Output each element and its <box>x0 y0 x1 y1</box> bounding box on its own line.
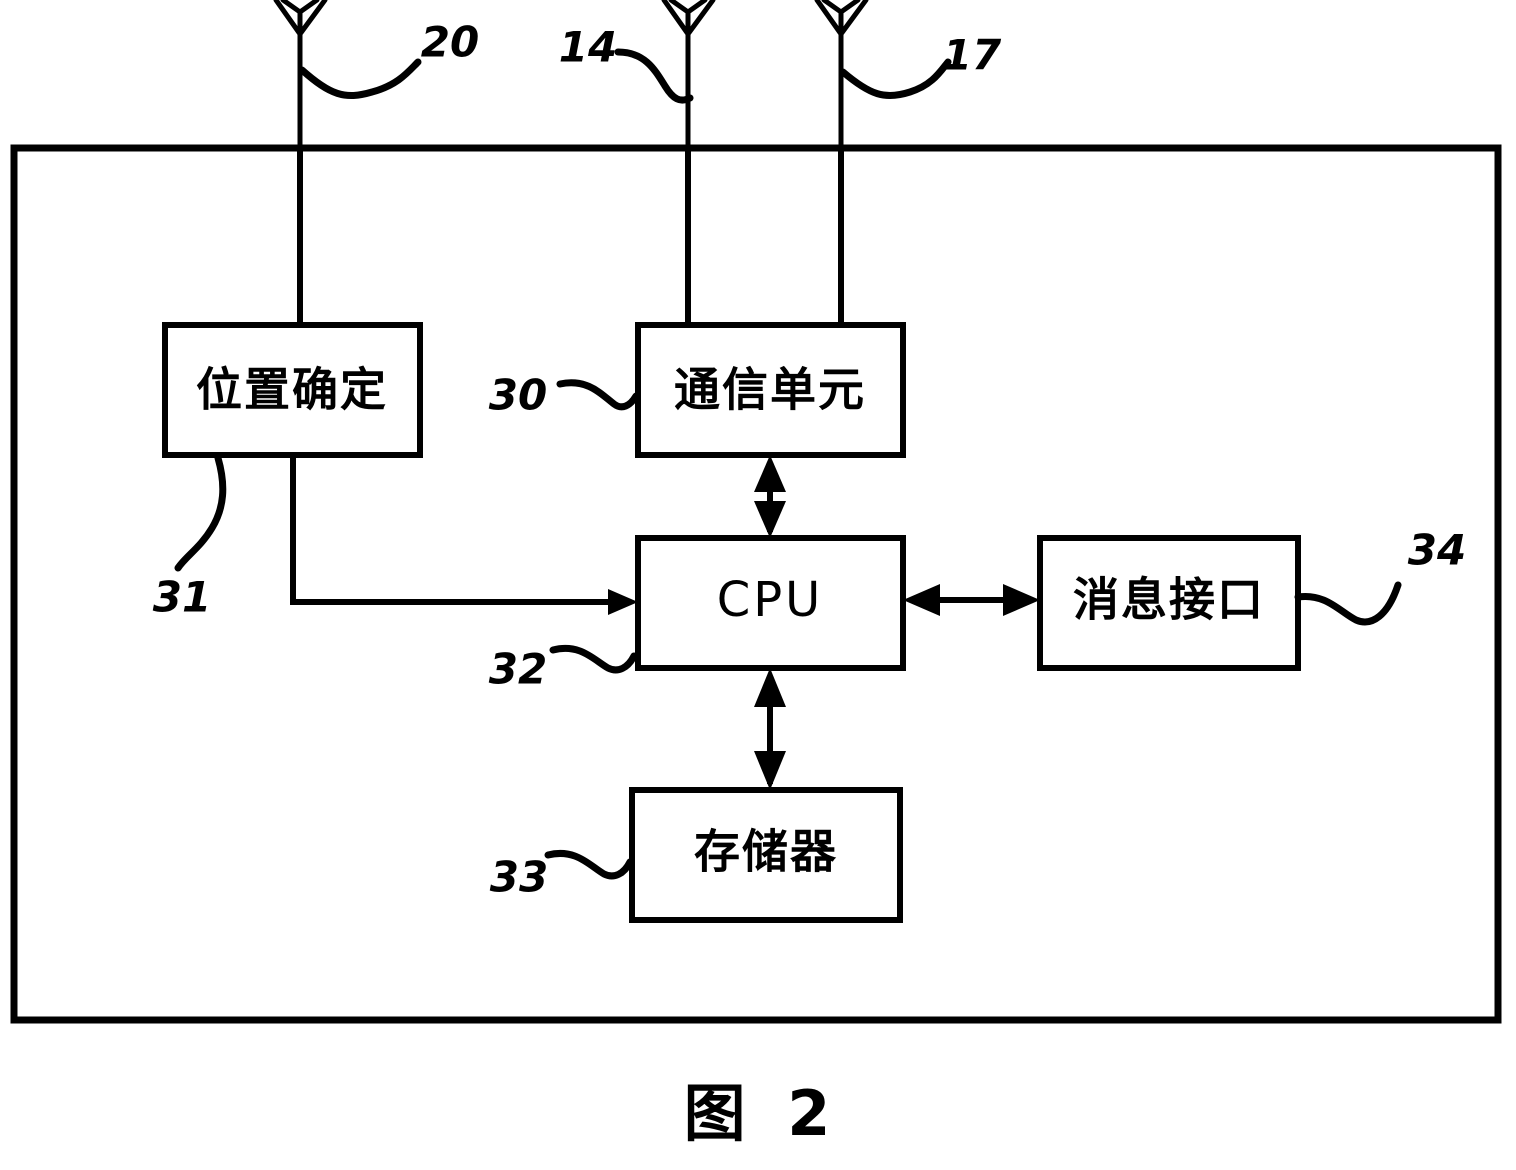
patent-figure: 20 14 17 位置确定 通信单元 CPU 消息接口 存储器 31 30 32… <box>0 0 1516 1170</box>
block-position-determination[interactable]: 位置确定 <box>162 322 423 458</box>
antenna-20 <box>273 0 328 153</box>
block-cpu[interactable]: CPU <box>635 535 906 671</box>
arrowhead-cpu-down-from-comm <box>754 501 786 538</box>
block-position-determination-label: 位置确定 <box>196 363 388 417</box>
leader-32 <box>549 645 638 674</box>
arrowhead-toward-cpu <box>903 584 940 616</box>
antenna-14 <box>661 0 716 153</box>
figure-caption: 图 2 <box>684 1077 841 1150</box>
ref-numeral-20: 20 <box>421 18 479 67</box>
leader-33 <box>544 850 634 880</box>
ref-numeral-30: 30 <box>489 371 547 420</box>
figure-canvas: 20 14 17 位置确定 通信单元 CPU 消息接口 存储器 31 30 32… <box>10 0 1502 1150</box>
arrowhead-memory-up <box>754 668 786 707</box>
ref-numeral-14: 14 <box>559 23 617 72</box>
arrowhead-comm-up <box>754 455 786 492</box>
leader-31 <box>174 454 227 572</box>
block-cpu-label: CPU <box>717 572 824 628</box>
wire-position-to-cpu <box>290 455 620 605</box>
block-communication-unit[interactable]: 通信单元 <box>635 322 906 458</box>
leader-20 <box>298 58 422 99</box>
block-memory-label: 存储器 <box>694 825 838 879</box>
block-message-interface-label: 消息接口 <box>1073 573 1265 627</box>
block-message-interface[interactable]: 消息接口 <box>1037 535 1301 671</box>
arrowhead-position-to-cpu <box>608 589 638 615</box>
block-communication-unit-label: 通信单元 <box>674 363 866 417</box>
leader-17 <box>839 58 952 99</box>
leader-14 <box>614 48 694 104</box>
ref-numeral-17: 17 <box>943 31 1002 80</box>
ref-numeral-31: 31 <box>153 573 211 622</box>
ref-numeral-34: 34 <box>1408 526 1466 575</box>
ref-numeral-33: 33 <box>490 853 548 902</box>
leader-34 <box>1294 581 1402 626</box>
leader-30 <box>556 379 640 411</box>
arrowhead-memory-down <box>754 751 786 790</box>
ref-numeral-32: 32 <box>489 645 547 694</box>
arrowhead-toward-message-interface <box>1003 584 1040 616</box>
block-memory[interactable]: 存储器 <box>629 787 903 923</box>
